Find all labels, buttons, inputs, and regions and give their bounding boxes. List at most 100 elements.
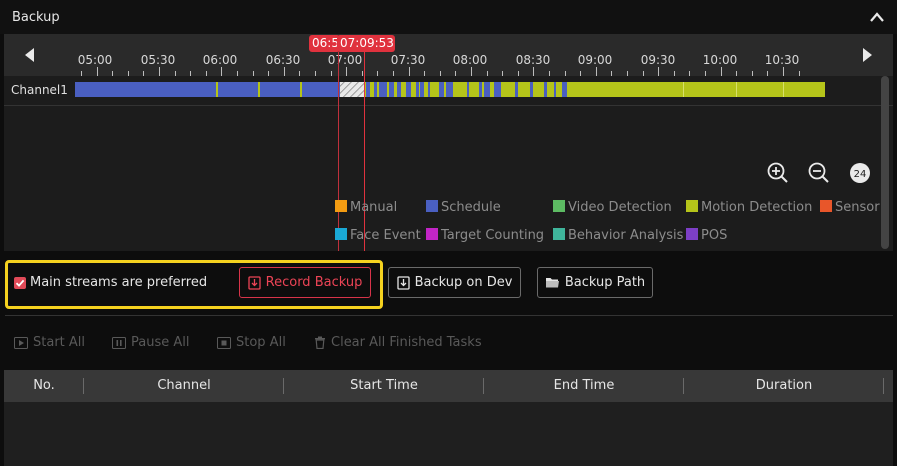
start-all-label: Start All xyxy=(33,335,86,350)
legend-swatch xyxy=(426,228,438,240)
backup-on-dev-button[interactable]: Backup on Dev xyxy=(388,267,521,298)
play-icon xyxy=(14,336,28,349)
main-streams-checkbox[interactable] xyxy=(14,277,26,289)
cursor-start-badge[interactable]: 06:5 xyxy=(309,35,340,52)
checkmark-icon xyxy=(15,279,25,287)
vertical-scrollbar[interactable] xyxy=(881,76,889,249)
collapse-chevron-up-icon[interactable] xyxy=(869,11,885,23)
column-header-end-time[interactable]: End Time xyxy=(484,370,684,402)
legend-label: Motion Detection xyxy=(701,200,813,215)
start-all-button[interactable]: Start All xyxy=(14,335,85,350)
ruler-tick xyxy=(221,67,222,76)
zoom-in-icon[interactable] xyxy=(766,161,790,185)
stop-all-button[interactable]: Stop All xyxy=(217,335,286,350)
legend-item: POS xyxy=(686,228,727,243)
ruler-tick xyxy=(346,67,347,76)
pause-all-button[interactable]: Pause All xyxy=(112,335,189,350)
ruler-tick xyxy=(533,67,534,76)
recording-track[interactable] xyxy=(75,82,825,97)
column-header-no[interactable]: No. xyxy=(4,370,84,402)
ruler-tick xyxy=(284,67,285,76)
tick-label: 08:30 xyxy=(515,53,551,67)
zoom-24h-icon[interactable]: 24 xyxy=(848,161,872,185)
legend-swatch xyxy=(686,228,698,240)
tick-label: 09:30 xyxy=(640,53,676,67)
legend-swatch xyxy=(553,200,565,212)
legend-label: Video Detection xyxy=(568,200,672,215)
task-table-body xyxy=(4,402,893,466)
timeline-panel: 05:00 05:30 06:00 06:30 07:00 07:30 08:00 08:30… xyxy=(4,34,893,251)
tick-label: 07:00 xyxy=(327,53,363,67)
time-ruler[interactable]: 05:00 05:30 06:00 06:30 07:00 07:30 08:00 08:30… xyxy=(4,34,893,76)
legend-item: Sensor xyxy=(820,200,880,215)
legend-item: Motion Detection xyxy=(686,200,812,215)
tick-label: 07:30 xyxy=(390,53,426,67)
legend-label: POS xyxy=(701,228,728,243)
legend-label: Face Event xyxy=(350,228,421,243)
download-icon xyxy=(247,275,261,290)
zoom-out-icon[interactable] xyxy=(807,161,831,185)
column-separator[interactable] xyxy=(883,378,884,394)
channel-row[interactable]: Channel1 xyxy=(4,76,893,106)
cursor-end-line[interactable] xyxy=(364,52,365,251)
download-icon xyxy=(396,275,410,290)
section-divider xyxy=(5,315,893,316)
task-toolbar: Start All Pause All Stop All Clear All F… xyxy=(0,332,897,354)
tick-label: 08:00 xyxy=(452,53,488,67)
ruler-tick xyxy=(97,67,98,76)
cursor-end-badge[interactable]: 07:09:53 xyxy=(337,35,395,52)
legend-item: Video Detection xyxy=(553,200,672,215)
ruler-tick xyxy=(658,67,659,76)
legend-label: Sensor xyxy=(835,200,880,215)
ruler-tick xyxy=(471,67,472,76)
legend-label: Target Counting xyxy=(441,228,545,243)
column-header-channel[interactable]: Channel xyxy=(84,370,284,402)
panel-title: Backup xyxy=(12,10,60,25)
stop-icon xyxy=(217,336,231,349)
clear-finished-button[interactable]: Clear All Finished Tasks xyxy=(314,335,482,350)
tick-label: 06:00 xyxy=(202,53,238,67)
folder-icon xyxy=(545,278,559,288)
legend-swatch xyxy=(686,200,698,212)
title-bar: Backup xyxy=(0,0,897,34)
legend-label: Manual xyxy=(350,200,398,215)
record-backup-label: Record Backup xyxy=(265,275,363,290)
ruler-tick xyxy=(783,67,784,76)
tick-label: 09:00 xyxy=(577,53,613,67)
legend-swatch xyxy=(426,200,438,212)
legend-item: Target Counting xyxy=(426,228,544,243)
trash-icon xyxy=(315,336,325,349)
tick-label: 05:00 xyxy=(77,53,113,67)
scroll-left-arrow-icon[interactable] xyxy=(22,46,36,64)
legend-swatch xyxy=(335,228,347,240)
clear-finished-label: Clear All Finished Tasks xyxy=(331,335,482,350)
tick-label: 10:30 xyxy=(764,53,800,67)
legend-swatch xyxy=(553,228,565,240)
record-backup-button[interactable]: Record Backup xyxy=(239,267,371,298)
pause-all-label: Pause All xyxy=(131,335,190,350)
column-header-start-time[interactable]: Start Time xyxy=(284,370,484,402)
column-header-duration[interactable]: Duration xyxy=(684,370,884,402)
tick-label: 06:30 xyxy=(265,53,301,67)
tick-label: 05:30 xyxy=(140,53,176,67)
task-table-header: No. Channel Start Time End Time Duration xyxy=(4,370,893,402)
legend-swatch xyxy=(335,200,347,212)
tick-label: 10:00 xyxy=(702,53,738,67)
backup-actions: Main streams are preferred Record Backup… xyxy=(0,251,897,315)
scroll-right-arrow-icon[interactable] xyxy=(861,46,875,64)
ruler-tick xyxy=(409,67,410,76)
ruler-tick xyxy=(721,67,722,76)
pause-icon xyxy=(112,336,126,349)
channel-label: Channel1 xyxy=(11,83,68,97)
ruler-tick xyxy=(596,67,597,76)
backup-path-button[interactable]: Backup Path xyxy=(537,267,653,298)
zoom-24h-label: 24 xyxy=(854,169,867,180)
legend-item: Schedule xyxy=(426,200,501,215)
ruler-tick xyxy=(159,67,160,76)
legend-item: Manual xyxy=(335,200,397,215)
stop-all-label: Stop All xyxy=(236,335,286,350)
backup-path-label: Backup Path xyxy=(564,275,646,290)
main-streams-label: Main streams are preferred xyxy=(30,275,208,290)
legend-swatch xyxy=(820,200,832,212)
cursor-start-line[interactable] xyxy=(338,52,339,251)
